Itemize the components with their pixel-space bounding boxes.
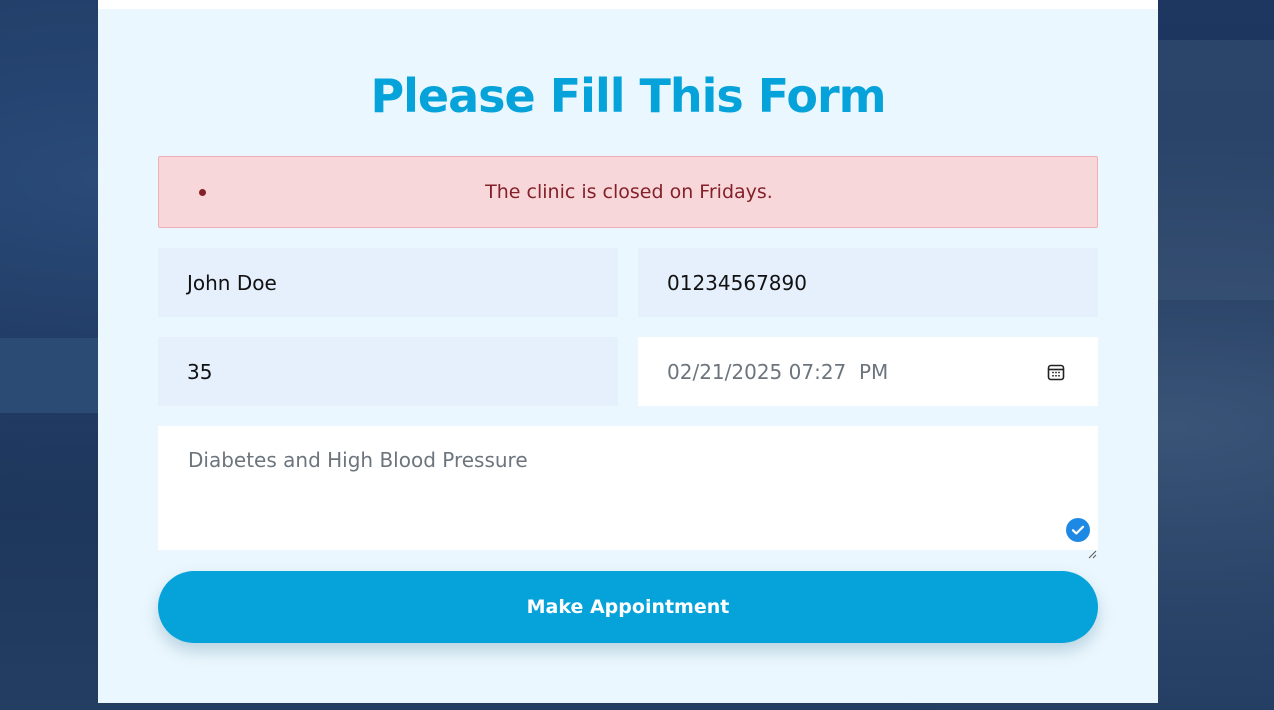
notes-value: Diabetes and High Blood Pressure — [188, 448, 528, 472]
error-message: The clinic is closed on Fridays. — [485, 181, 773, 203]
calendar-icon[interactable] — [1047, 362, 1065, 381]
resize-grip-icon[interactable] — [1088, 540, 1097, 559]
age-input[interactable]: 35 — [158, 337, 618, 406]
checkmark-icon — [1066, 518, 1090, 542]
age-value: 35 — [187, 359, 213, 384]
name-value: John Doe — [187, 270, 277, 295]
phone-input[interactable]: 01234567890 — [638, 248, 1098, 317]
notes-textarea[interactable]: Diabetes and High Blood Pressure — [158, 426, 1098, 559]
appointment-form-card: Please Fill This Form The clinic is clos… — [98, 9, 1158, 703]
datetime-input[interactable]: 02/21/2025 07:27 PM — [638, 337, 1098, 406]
name-input[interactable]: John Doe — [158, 248, 618, 317]
form-title: Please Fill This Form — [370, 69, 886, 123]
background-shape-right — [1158, 40, 1274, 300]
top-bar — [98, 0, 1158, 9]
error-alert: The clinic is closed on Fridays. — [158, 156, 1098, 228]
phone-value: 01234567890 — [667, 270, 807, 295]
background-shape-left — [0, 338, 98, 413]
make-appointment-button[interactable]: Make Appointment — [158, 571, 1098, 643]
datetime-value: 02/21/2025 07:27 PM — [667, 359, 889, 384]
